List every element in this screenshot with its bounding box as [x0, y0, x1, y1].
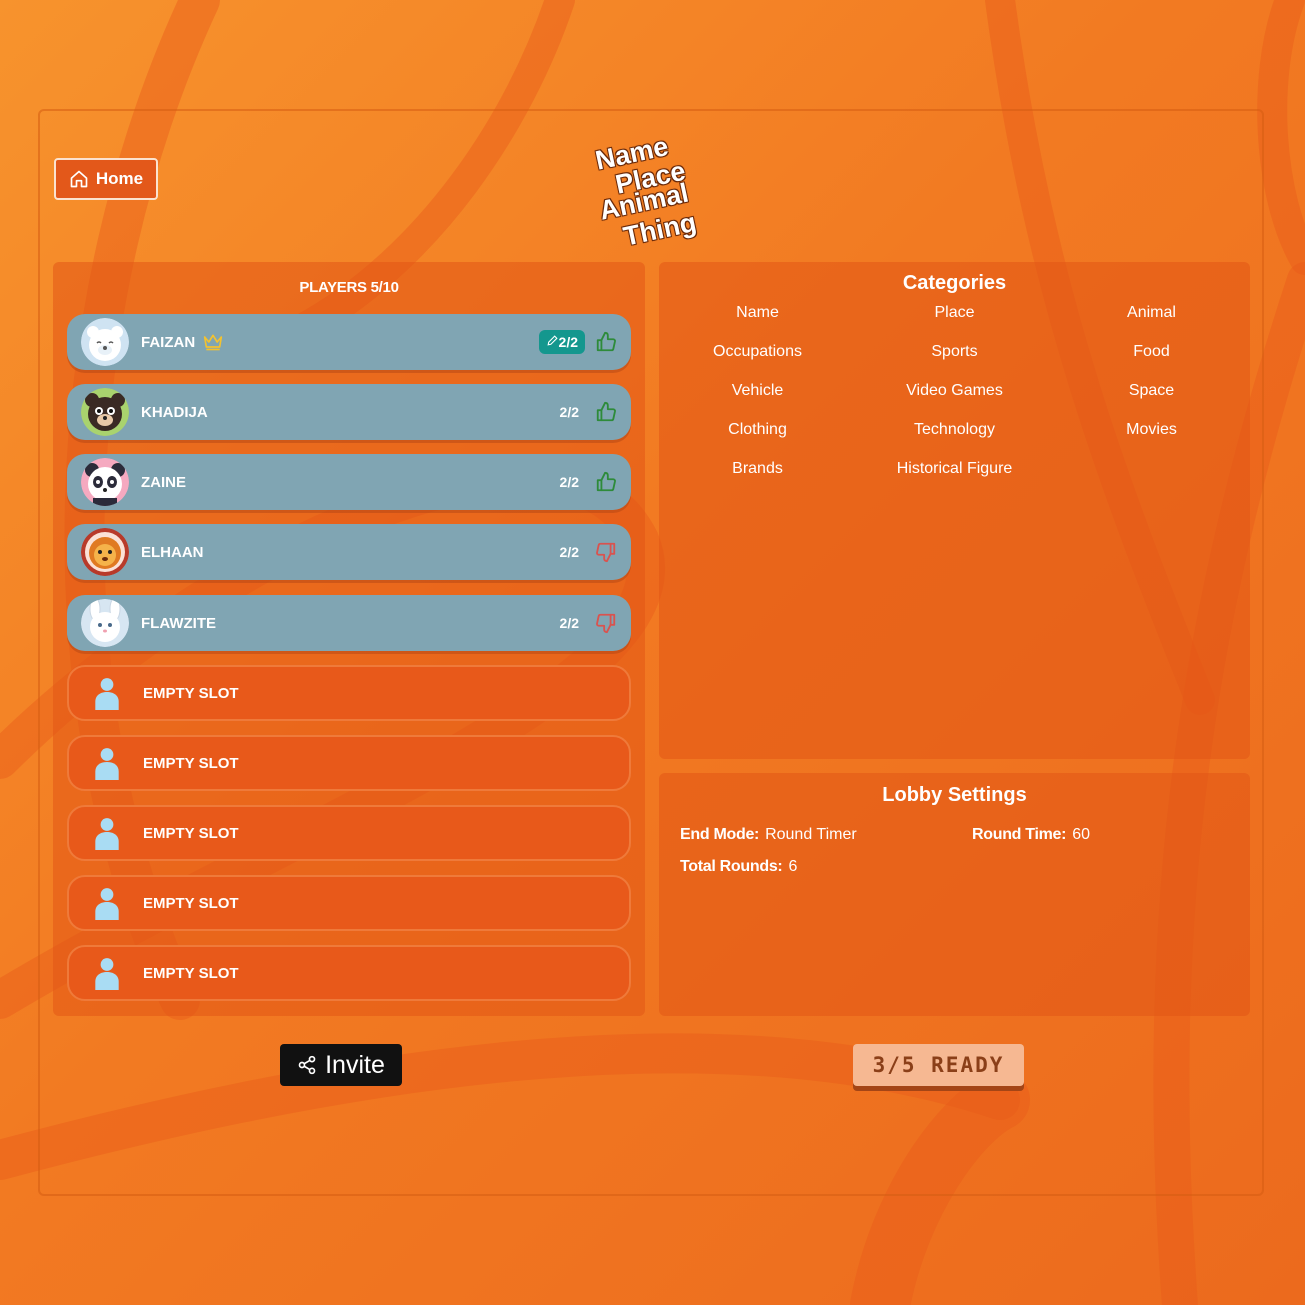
category-item: Clothing	[728, 421, 787, 438]
avatar-polar-bear	[81, 318, 129, 366]
player-score-badge: 2/2	[538, 330, 585, 354]
person-icon	[83, 809, 131, 857]
lobby-settings-panel: Lobby Settings End Mode: Round Timer Roun…	[659, 773, 1250, 1016]
player-score: 2/2	[558, 334, 578, 350]
avatar-panda	[81, 458, 129, 506]
categories-grid: Name Place Animal Occupations Sports Foo…	[659, 304, 1250, 480]
lobby-settings-title: Lobby Settings	[882, 784, 1027, 806]
category-item: Animal	[1127, 304, 1176, 321]
player-score: 2/2	[559, 404, 579, 420]
empty-slot-label: EMPTY SLOT	[143, 964, 239, 982]
invite-button[interactable]: Invite	[280, 1044, 402, 1086]
avatar-bunny	[81, 599, 129, 647]
empty-slot: EMPTY SLOT	[67, 945, 631, 1001]
crown-icon	[204, 334, 223, 351]
setting-label: End Mode:	[680, 826, 760, 843]
setting-label: Round Time:	[972, 826, 1067, 843]
game-logo: Name Place Animal Thing	[592, 124, 714, 252]
setting-label: Total Rounds:	[680, 858, 783, 875]
thumbs-down-icon[interactable]	[595, 541, 617, 563]
empty-slot: EMPTY SLOT	[67, 735, 631, 791]
person-icon	[83, 669, 131, 717]
player-row: FAIZAN 2/2	[67, 314, 631, 370]
empty-slot-label: EMPTY SLOT	[143, 684, 239, 702]
invite-label: Invite	[325, 1050, 385, 1079]
category-item: Space	[1128, 382, 1175, 399]
player-name: ZAINE	[141, 473, 186, 491]
player-row: FLAWZITE 2/2	[67, 595, 631, 651]
setting-value: 6	[788, 858, 798, 875]
avatar-black-bear	[81, 388, 129, 436]
category-item: Movies	[1126, 421, 1177, 438]
player-row: ELHAAN 2/2	[67, 524, 631, 580]
empty-slot-label: EMPTY SLOT	[143, 754, 239, 772]
category-item: Historical Figure	[896, 460, 1013, 477]
avatar-lion	[81, 528, 129, 576]
setting-value: 60	[1072, 826, 1090, 843]
category-item: Video Games	[906, 382, 1003, 399]
thumbs-down-icon[interactable]	[595, 612, 617, 634]
empty-slot-label: EMPTY SLOT	[143, 824, 239, 842]
empty-slot: EMPTY SLOT	[67, 875, 631, 931]
person-icon	[83, 949, 131, 997]
pencil-icon	[547, 335, 558, 346]
ready-button[interactable]: 3/5 READY	[853, 1044, 1024, 1086]
share-icon	[298, 1055, 316, 1075]
category-item: Food	[1133, 343, 1170, 360]
player-score: 2/2	[559, 615, 579, 631]
empty-slot: EMPTY SLOT	[67, 665, 631, 721]
thumbs-up-icon[interactable]	[595, 471, 617, 493]
home-label: Home	[95, 169, 144, 188]
person-icon	[83, 879, 131, 927]
category-item: Sports	[931, 343, 978, 360]
player-row: KHADIJA 2/2	[67, 384, 631, 440]
empty-slot-label: EMPTY SLOT	[143, 894, 239, 912]
player-row: ZAINE 2/2	[67, 454, 631, 510]
players-title: PLAYERS 5/10	[299, 279, 399, 296]
category-item: Place	[934, 304, 975, 321]
category-item: Name	[736, 304, 779, 321]
player-name: FAIZAN	[141, 333, 196, 351]
setting-total-rounds: Total Rounds: 6	[680, 858, 797, 876]
setting-round-time: Round Time: 60	[972, 826, 1090, 844]
empty-slot: EMPTY SLOT	[67, 805, 631, 861]
player-score: 2/2	[559, 474, 579, 490]
setting-end-mode: End Mode: Round Timer	[680, 826, 857, 844]
categories-panel: Categories Name Place Animal Occupations…	[659, 262, 1250, 759]
thumbs-up-icon[interactable]	[595, 401, 617, 423]
thumbs-up-icon[interactable]	[595, 331, 617, 353]
category-item: Technology	[914, 421, 995, 438]
player-name: ELHAAN	[141, 543, 204, 561]
player-name: KHADIJA	[141, 403, 208, 421]
home-button[interactable]: Home	[54, 158, 158, 200]
setting-value: Round Timer	[765, 826, 857, 843]
player-score: 2/2	[559, 544, 579, 560]
category-item: Brands	[732, 460, 783, 477]
category-item: Vehicle	[731, 382, 784, 399]
player-name: FLAWZITE	[141, 614, 216, 632]
category-item: Occupations	[713, 343, 802, 360]
ready-label: 3/5 READY	[872, 1053, 1005, 1077]
home-icon	[70, 170, 88, 188]
categories-title: Categories	[902, 272, 1007, 294]
person-icon	[83, 739, 131, 787]
